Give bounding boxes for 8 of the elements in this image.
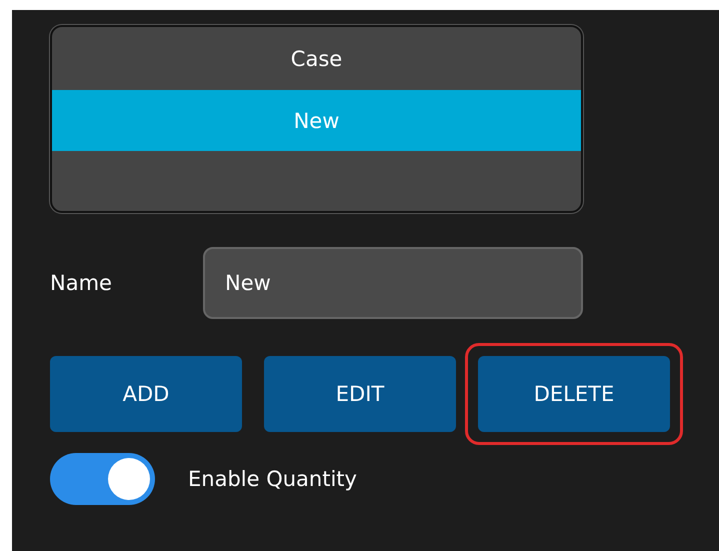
list-item[interactable]: Case (52, 27, 581, 90)
name-input-field[interactable]: New (203, 247, 583, 319)
toggle-label: Enable Quantity (188, 467, 357, 491)
action-button[interactable]: ADD (50, 356, 242, 432)
toggle-switch[interactable] (50, 453, 155, 505)
action-button[interactable]: DELETE (478, 356, 670, 432)
name-label: Name (50, 271, 113, 295)
action-button[interactable]: EDIT (264, 356, 456, 432)
